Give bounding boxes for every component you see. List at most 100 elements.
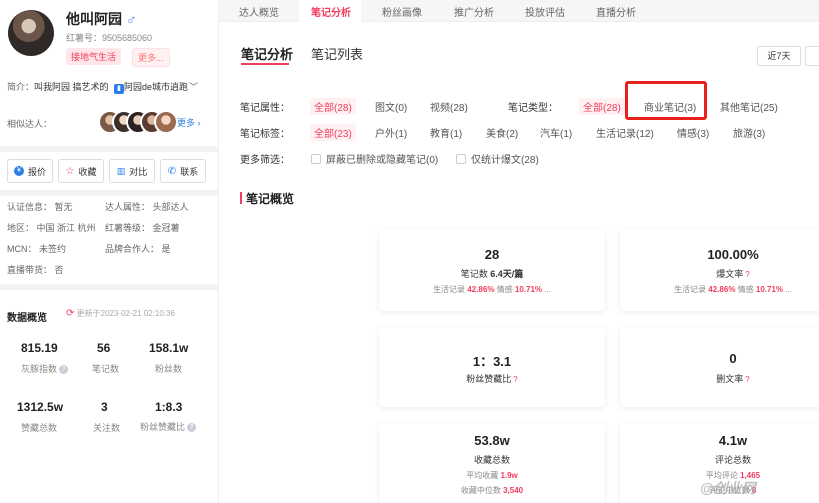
card-sub-text: 情感: [494, 285, 515, 294]
level: 红薯等级： 金冠薯: [105, 223, 180, 233]
card-label: 删文率: [716, 374, 744, 384]
filter-type-all[interactable]: 全部(28): [579, 98, 625, 115]
similar-avatar[interactable]: [154, 110, 178, 134]
creator-attr: 达人属性： 头部达人: [105, 202, 189, 212]
card-label: 爆文率: [716, 269, 744, 279]
stat-label: 笔记数: [92, 364, 120, 374]
period-button[interactable]: 近7天: [757, 46, 801, 66]
tag-primary[interactable]: 接地气生活: [66, 48, 122, 65]
card-value: 4.1w: [718, 433, 748, 448]
live-commerce: 直播带货： 否: [7, 265, 64, 275]
filter-viral-only[interactable]: 仅统计爆文(28): [456, 151, 539, 166]
filter-tag-travel[interactable]: 旅游(3): [733, 125, 765, 140]
filter-attr-video[interactable]: 视频(28): [430, 99, 468, 114]
card-label-row: 删文率?: [620, 372, 819, 385]
card-sub-text: ...: [542, 285, 551, 294]
filter-tag-education[interactable]: 教育(1): [430, 125, 462, 140]
card-sub-value: 42.86%: [467, 285, 495, 294]
help-icon[interactable]: ?: [59, 365, 69, 374]
card-sub-value: 1.9w: [500, 471, 518, 480]
card-sub-text: 平均收藏: [466, 471, 501, 480]
help-icon[interactable]: ?: [745, 270, 749, 279]
report-button[interactable]: ¥ 报价: [7, 159, 53, 183]
price-icon: ¥: [13, 166, 24, 176]
compare-button[interactable]: ▥ 对比: [109, 159, 155, 183]
stat-value: 3: [101, 400, 108, 414]
tab-promotion[interactable]: 推广分析: [454, 4, 494, 19]
card-value: 100.00%: [707, 247, 759, 262]
intro-link[interactable]: 阿园de城市逍跑: [124, 82, 188, 92]
filter-viral-only-label: 仅统计爆文(28): [471, 155, 539, 166]
card-label: 收藏总数: [473, 455, 510, 465]
tab-live[interactable]: 直播分析: [596, 4, 636, 19]
card-value: 53.8w: [474, 433, 510, 448]
avatar[interactable]: [8, 10, 54, 56]
help-icon[interactable]: ?: [745, 375, 749, 384]
card-label: 笔记数: [460, 269, 488, 279]
intro-text: 叫我阿园 搞艺术的: [34, 82, 109, 92]
similar-more-link[interactable]: 更多 ›: [177, 116, 201, 129]
metric-card: 1：3.1 粉丝赞藏比?: [379, 327, 605, 407]
tab-fans[interactable]: 粉丝画像: [382, 4, 422, 19]
card-sub: 平均收藏 1.9w: [379, 470, 605, 481]
period-next-button[interactable]: [805, 46, 819, 66]
tab-evaluation[interactable]: 投放评估: [525, 4, 565, 19]
filter-tag-emotion[interactable]: 情感(3): [677, 125, 709, 140]
subtab-list[interactable]: 笔记列表: [311, 44, 363, 63]
checkbox[interactable]: [456, 154, 466, 164]
help-icon[interactable]: ?: [513, 375, 517, 384]
profile-sidebar: 他叫阿园 ♂ 红薯号：9505685060 接地气生活 更多... 简介：叫我阿园…: [0, 0, 219, 503]
metric-card: 0 删文率?: [620, 327, 819, 407]
subtab-analysis[interactable]: 笔记分析: [241, 44, 293, 63]
stat-value: 158.1w: [149, 341, 189, 355]
card-value: 1：3.1: [472, 354, 512, 369]
redbook-id: 红薯号：9505685060: [66, 33, 153, 43]
divider: [0, 190, 219, 196]
star-icon: ☆: [65, 165, 75, 177]
top-nav: 达人概览 笔记分析 粉丝画像 推广分析 投放评估 直播分析: [219, 0, 819, 22]
stat-value: 815.19: [21, 341, 58, 355]
card-value: 0: [729, 351, 737, 366]
filter-tag-food[interactable]: 美食(2): [486, 125, 518, 140]
filter-attr-all[interactable]: 全部(28): [310, 98, 356, 115]
filter-type-label: 笔记类型：: [508, 103, 558, 114]
chevron-right-icon: ›: [197, 118, 201, 128]
section-marker: [240, 192, 242, 204]
stat-label: 关注数: [93, 423, 121, 433]
brand-partner: 品牌合作人： 是: [105, 244, 171, 254]
card-sub-text: ...: [783, 285, 792, 294]
stat-label: 粉丝数: [155, 364, 183, 374]
filter-tag-life[interactable]: 生活记录(12): [596, 125, 654, 140]
card-sub-value: 10.71%: [755, 285, 784, 294]
filter-hide-deleted[interactable]: 屏蔽已删除或隐藏笔记(0): [311, 151, 438, 166]
refresh-icon[interactable]: ⟳: [66, 308, 74, 319]
filter-tag-car[interactable]: 汽车(1): [540, 125, 572, 140]
divider: [0, 146, 219, 152]
intro-row: 简介：叫我阿园 搞艺术的 ▮ 阿园de城市逍跑﹀: [7, 80, 198, 94]
tab-overview[interactable]: 达人概览: [239, 4, 279, 19]
contact-button[interactable]: ✆ 联系: [160, 159, 206, 183]
mcn: MCN： 未签约: [7, 244, 66, 254]
tag-more[interactable]: 更多...: [132, 48, 170, 67]
compare-label: 对比: [129, 166, 148, 177]
filter-type-other[interactable]: 其他笔记(25): [720, 99, 778, 114]
filter-tag-all[interactable]: 全部(23): [310, 124, 356, 141]
stat-label-text: 粉丝赞藏比: [140, 422, 186, 432]
stat-label: 灰豚指数?: [21, 362, 69, 375]
update-row: ⟳ 更新于2023-02-21 02:10:36: [66, 308, 175, 319]
card-sub-value: 42.86%: [708, 285, 736, 294]
stat-value: 56: [97, 341, 111, 355]
help-icon[interactable]: ?: [187, 423, 197, 432]
favorite-button[interactable]: ☆ 收藏: [58, 159, 104, 183]
filter-attr-image[interactable]: 图文(0): [375, 99, 407, 114]
filter-attr-label: 笔记属性：: [240, 103, 290, 114]
filter-tag-outdoor[interactable]: 户外(1): [375, 125, 407, 140]
chevron-down-icon[interactable]: ﹀: [189, 82, 198, 92]
metric-card: 100.00% 爆文率? 生活记录 42.86% 情感 10.71% ...: [620, 229, 819, 311]
checkbox[interactable]: [311, 154, 321, 164]
stat-label-text: 灰豚指数: [21, 364, 58, 374]
contact-label: 联系: [180, 166, 199, 177]
tab-note-analysis[interactable]: 笔记分析: [311, 4, 351, 19]
section-title: 笔记概览: [246, 192, 295, 206]
stat-value: 1:8.3: [155, 400, 183, 414]
